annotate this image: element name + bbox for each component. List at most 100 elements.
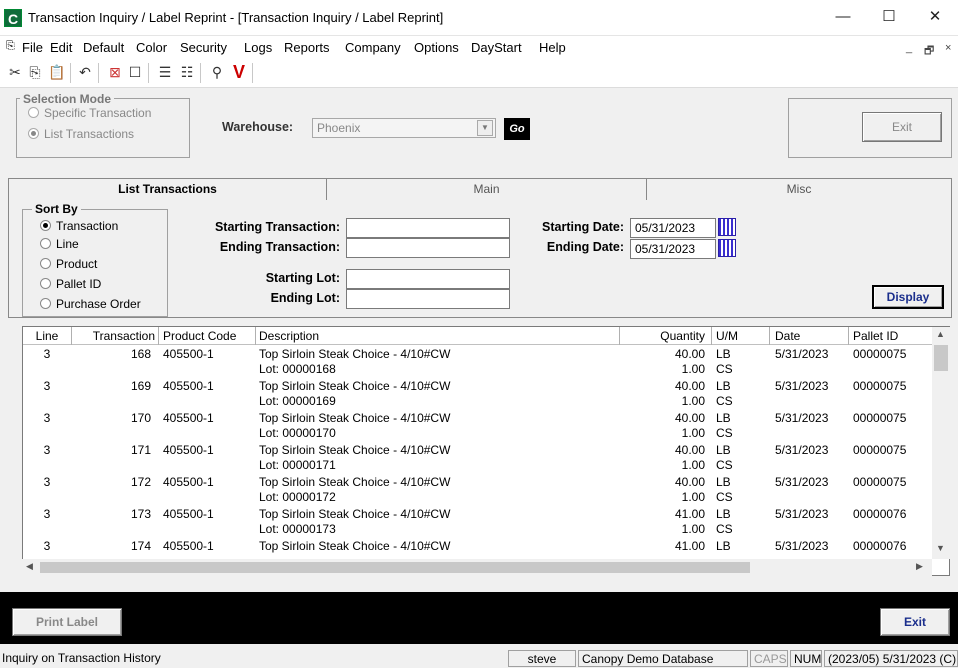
- copy-icon[interactable]: ⎘: [26, 63, 44, 81]
- col-separator[interactable]: [769, 327, 770, 345]
- radio-circle: [40, 258, 51, 269]
- sort-line-radio[interactable]: Line: [40, 237, 79, 251]
- table-row[interactable]: 3 169 405500-1 Top Sirloin Steak Choice - 4…: [23, 379, 933, 413]
- binoculars-icon[interactable]: ⚲: [208, 63, 226, 81]
- print-label-button[interactable]: Print Label: [12, 608, 122, 636]
- starting-transaction-input[interactable]: [346, 218, 510, 238]
- close-button[interactable]: ✕: [912, 0, 958, 36]
- paste-icon[interactable]: 📋: [48, 63, 66, 81]
- tab-main[interactable]: Main: [326, 178, 646, 200]
- sort-transaction-radio[interactable]: Transaction: [40, 219, 118, 233]
- col-date[interactable]: Date: [775, 329, 800, 343]
- table-row[interactable]: 3 171 405500-1 Top Sirloin Steak Choice - 4…: [23, 443, 933, 477]
- col-um[interactable]: U/M: [716, 329, 738, 343]
- undo-icon[interactable]: ↶: [76, 63, 94, 81]
- sort-pallet-radio[interactable]: Pallet ID: [40, 277, 101, 291]
- details-icon[interactable]: ☷: [178, 63, 196, 81]
- tab-misc[interactable]: Misc: [646, 178, 952, 200]
- scroll-thumb[interactable]: [40, 562, 750, 573]
- horizontal-scrollbar[interactable]: ◀ ▶: [22, 559, 932, 576]
- col-separator[interactable]: [255, 327, 256, 345]
- top-exit-button[interactable]: Exit: [862, 112, 942, 142]
- window-title: Transaction Inquiry / Label Reprint - [T…: [28, 10, 444, 25]
- scroll-thumb[interactable]: [934, 345, 948, 371]
- col-separator[interactable]: [711, 327, 712, 345]
- starting-lot-label: Starting Lot:: [265, 271, 340, 285]
- col-separator[interactable]: [619, 327, 620, 345]
- calendar-icon[interactable]: [718, 218, 736, 236]
- cell-product-code: 405500-1: [163, 507, 214, 521]
- col-product-code[interactable]: Product Code: [163, 329, 236, 343]
- radio-list-transactions[interactable]: List Transactions: [28, 127, 134, 141]
- transaction-grid[interactable]: Line Transaction Product Code Descriptio…: [22, 326, 950, 576]
- menu-reports[interactable]: Reports: [284, 40, 330, 55]
- minimize-button[interactable]: —: [820, 0, 866, 36]
- scroll-right-icon[interactable]: ▶: [916, 561, 923, 572]
- cell-date: 5/31/2023: [775, 475, 829, 489]
- menu-file[interactable]: File: [22, 40, 43, 55]
- table-row[interactable]: 3 170 405500-1 Top Sirloin Steak Choice - 4…: [23, 411, 933, 445]
- bottom-exit-button[interactable]: Exit: [880, 608, 950, 636]
- col-pallet-id[interactable]: Pallet ID: [853, 329, 898, 343]
- menu-help[interactable]: Help: [539, 40, 566, 55]
- ending-lot-input[interactable]: [346, 289, 510, 309]
- col-line[interactable]: Line: [27, 329, 67, 343]
- table-row[interactable]: 3 173 405500-1 Top Sirloin Steak Choice - 4…: [23, 507, 933, 541]
- cell-description: Top Sirloin Steak Choice - 4/10#CW: [259, 379, 451, 393]
- col-transaction[interactable]: Transaction: [75, 329, 155, 343]
- warehouse-select[interactable]: Phoenix: [312, 118, 496, 138]
- radio-label: Transaction: [56, 219, 119, 233]
- status-caps: CAPS: [750, 650, 788, 667]
- menu-default[interactable]: Default: [83, 40, 124, 55]
- cell-pallet-id: 00000075: [853, 443, 907, 457]
- list-icon[interactable]: ☰: [156, 63, 174, 81]
- cut-icon[interactable]: ✂: [6, 63, 24, 81]
- go-button[interactable]: Go: [504, 118, 530, 140]
- col-description[interactable]: Description: [259, 329, 319, 343]
- menu-options[interactable]: Options: [414, 40, 459, 55]
- vertical-scrollbar[interactable]: ▲ ▼: [932, 327, 950, 559]
- sort-po-radio[interactable]: Purchase Order: [40, 297, 141, 311]
- sort-product-radio[interactable]: Product: [40, 257, 97, 271]
- blank-icon[interactable]: ☐: [126, 63, 144, 81]
- radio-specific-transaction[interactable]: Specific Transaction: [28, 106, 151, 120]
- cell-um: LB: [716, 475, 731, 489]
- mdi-close-icon[interactable]: ×: [945, 42, 951, 54]
- menu-edit[interactable]: Edit: [50, 40, 72, 55]
- menu-company[interactable]: Company: [345, 40, 401, 55]
- cell-description: Top Sirloin Steak Choice - 4/10#CW: [259, 347, 451, 361]
- ending-transaction-input[interactable]: [346, 238, 510, 258]
- col-quantity[interactable]: Quantity: [623, 329, 705, 343]
- mdi-minimize-icon[interactable]: _: [906, 42, 912, 54]
- calendar-icon[interactable]: [718, 239, 736, 257]
- col-separator[interactable]: [71, 327, 72, 345]
- menu-security[interactable]: Security: [180, 40, 227, 55]
- scroll-left-icon[interactable]: ◀: [26, 561, 33, 572]
- table-row[interactable]: 3 168 405500-1 Top Sirloin Steak Choice - 4…: [23, 347, 933, 381]
- starting-date-input[interactable]: 05/31/2023: [630, 218, 716, 238]
- maximize-button[interactable]: ☐: [866, 0, 912, 36]
- starting-transaction-label: Starting Transaction:: [214, 220, 340, 234]
- app-logo-icon: C: [4, 9, 22, 27]
- menu-logs[interactable]: Logs: [244, 40, 272, 55]
- col-separator[interactable]: [158, 327, 159, 345]
- cell-pallet-id: 00000076: [853, 539, 907, 553]
- cell-um: LB: [716, 411, 731, 425]
- tab-list-transactions[interactable]: List Transactions: [8, 178, 326, 200]
- starting-lot-input[interactable]: [346, 269, 510, 289]
- delete-icon[interactable]: ⊠: [106, 63, 124, 81]
- cell-lot: Lot: 00000173: [259, 522, 336, 536]
- col-separator[interactable]: [848, 327, 849, 345]
- chevron-down-icon[interactable]: ▼: [477, 120, 493, 136]
- cell-um-secondary: CS: [716, 394, 733, 408]
- scroll-down-icon[interactable]: ▼: [936, 543, 945, 553]
- scroll-up-icon[interactable]: ▲: [936, 329, 945, 339]
- spellcheck-icon[interactable]: V: [230, 63, 248, 81]
- system-menu-icon[interactable]: ⎘: [6, 40, 15, 53]
- menu-color[interactable]: Color: [136, 40, 167, 55]
- display-button[interactable]: Display: [872, 285, 944, 309]
- menu-daystart[interactable]: DayStart: [471, 40, 522, 55]
- table-row[interactable]: 3 172 405500-1 Top Sirloin Steak Choice - 4…: [23, 475, 933, 509]
- toolbar-separator: [70, 63, 71, 83]
- ending-date-input[interactable]: 05/31/2023: [630, 239, 716, 259]
